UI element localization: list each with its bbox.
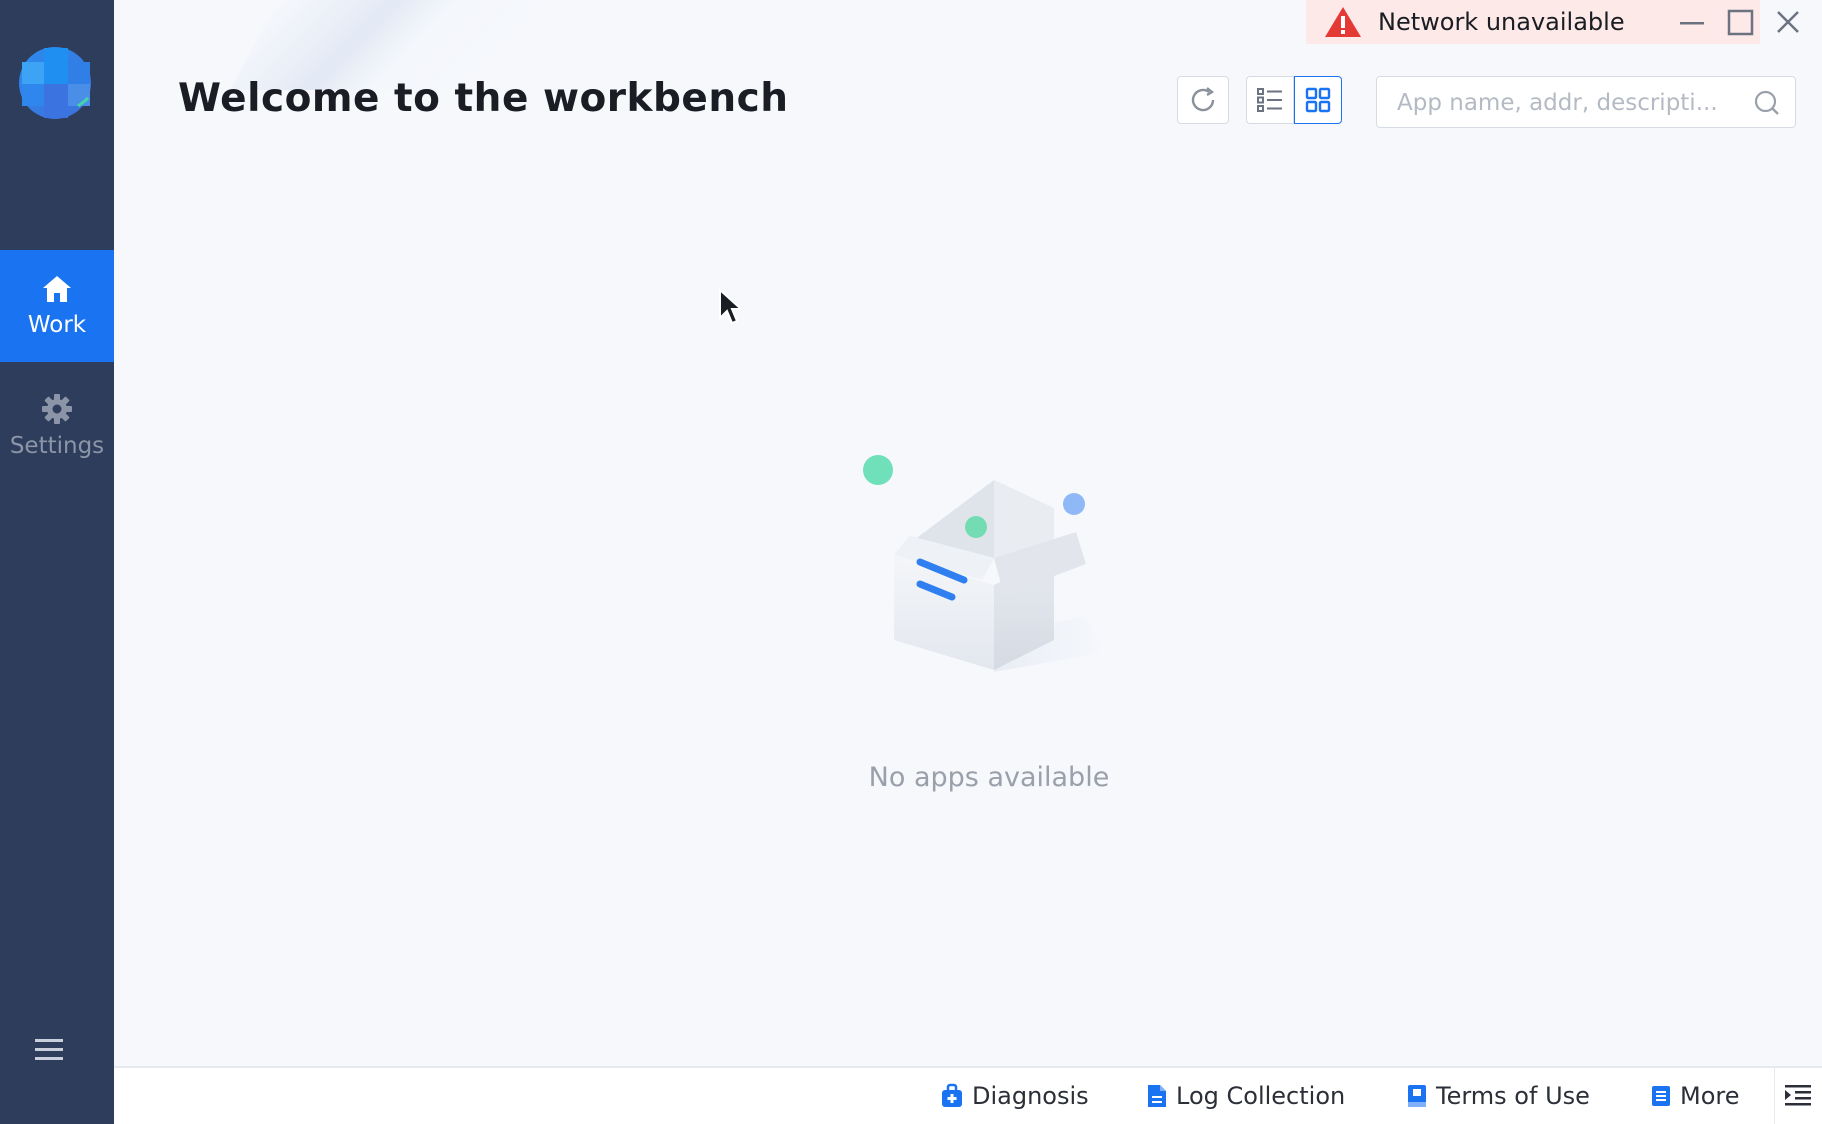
footer-link-label: Log Collection (1176, 1082, 1346, 1110)
notice-text: Network unavailable (1378, 8, 1625, 36)
search-box (1376, 76, 1796, 129)
minimize-icon[interactable] (1674, 6, 1710, 40)
footer-divider (1774, 1068, 1775, 1124)
view-toggle-group (1246, 76, 1342, 124)
footer-link-more[interactable]: More (1650, 1068, 1740, 1124)
sidebar-item-label: Settings (9, 433, 105, 459)
main-content: Welcome to the workbench Network unavail… (114, 0, 1822, 1124)
sidebar-item-work[interactable]: Work (0, 250, 114, 362)
empty-box-illustration (863, 455, 1106, 672)
footer-bar: Diagnosis Log Collection Terms of Use Mo… (114, 1066, 1822, 1124)
document-icon (1148, 1085, 1166, 1107)
app-logo (19, 47, 91, 119)
footer-link-log-collection[interactable]: Log Collection (1146, 1068, 1345, 1124)
footer-link-terms-of-use[interactable]: Terms of Use (1406, 1068, 1590, 1124)
close-icon[interactable] (1770, 6, 1806, 40)
list-view-icon (1257, 88, 1282, 112)
mouse-cursor-icon (719, 288, 744, 325)
sidebar-item-settings[interactable]: Settings (0, 370, 114, 482)
footer-link-label: Terms of Use (1436, 1082, 1590, 1110)
empty-state-message: No apps available (868, 762, 1110, 793)
sidebar: Work Settings (0, 0, 114, 1124)
grid-view-button[interactable] (1294, 76, 1342, 124)
search-icon[interactable] (1753, 89, 1781, 117)
diagnosis-icon (942, 1083, 962, 1107)
footer-link-diagnosis[interactable]: Diagnosis (940, 1068, 1089, 1124)
app-window: Work Settings Welcome to the workbench N… (0, 0, 1822, 1124)
book-icon (1408, 1085, 1426, 1107)
grid-view-icon (1305, 87, 1331, 113)
page-title: Welcome to the workbench (178, 76, 789, 121)
search-input[interactable] (1395, 77, 1739, 129)
list-view-button[interactable] (1246, 76, 1294, 124)
more-list-icon (1652, 1086, 1670, 1106)
maximize-icon[interactable] (1722, 6, 1758, 40)
sidebar-item-label: Work (27, 312, 87, 338)
warning-icon (1325, 7, 1361, 37)
refresh-icon (1191, 87, 1215, 112)
hamburger-menu-icon[interactable] (33, 1034, 65, 1066)
home-icon (43, 276, 71, 302)
gear-icon (42, 394, 72, 424)
footer-link-label: Diagnosis (972, 1082, 1089, 1110)
footer-link-label: More (1680, 1082, 1740, 1110)
refresh-button[interactable] (1177, 76, 1229, 124)
collapse-panel-icon[interactable] (1782, 1080, 1814, 1112)
